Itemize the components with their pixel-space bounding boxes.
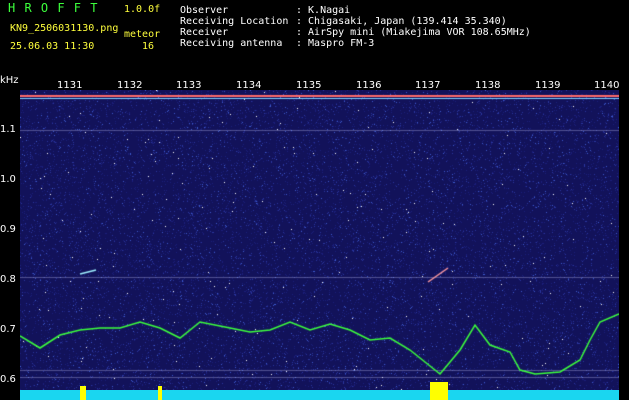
meteor-label: meteor xyxy=(124,29,161,40)
info-location-label: Receiving Location xyxy=(180,16,289,27)
info-antenna-value: : Maspro FM-3 xyxy=(296,38,375,49)
y-tick-label: 0.8 xyxy=(0,274,16,285)
echo-spike xyxy=(158,386,162,400)
info-observer-value: : K.Nagai xyxy=(296,5,351,16)
info-location-value: : Chigasaki, Japan (139.414 35.340) xyxy=(296,16,507,27)
echo-spike xyxy=(80,386,86,400)
spectrogram xyxy=(20,90,619,390)
hroft-window: H R O F F T 1.0.0f KN9_2506031130.png me… xyxy=(0,0,629,400)
signal-level-bar xyxy=(20,382,619,400)
y-tick-label: 0.7 xyxy=(0,324,16,335)
y-tick-label: 1.1 xyxy=(0,124,16,135)
y-axis-unit: kHz xyxy=(0,75,19,86)
y-tick-label: 0.9 xyxy=(0,224,16,235)
spectrogram-canvas xyxy=(20,90,619,390)
info-receiver-value: : AirSpy mini (Miakejima VOR 108.65MHz) xyxy=(296,27,531,38)
info-receiver-label: Receiver xyxy=(180,27,229,38)
filename-label: KN9_2506031130.png xyxy=(10,23,119,34)
meteor-echo-spike xyxy=(430,382,448,400)
info-antenna-label: Receiving antenna xyxy=(180,38,283,49)
info-observer-label: Observer xyxy=(180,5,229,16)
app-logo: H R O F F T xyxy=(8,1,99,15)
version-label: 1.0.0f xyxy=(124,4,161,15)
timestamp-label: 25.06.03 11:30 xyxy=(10,41,95,52)
y-tick-label: 1.0 xyxy=(0,174,16,185)
meteor-count: 16 xyxy=(142,41,155,52)
y-tick-label: 0.6 xyxy=(0,374,16,385)
